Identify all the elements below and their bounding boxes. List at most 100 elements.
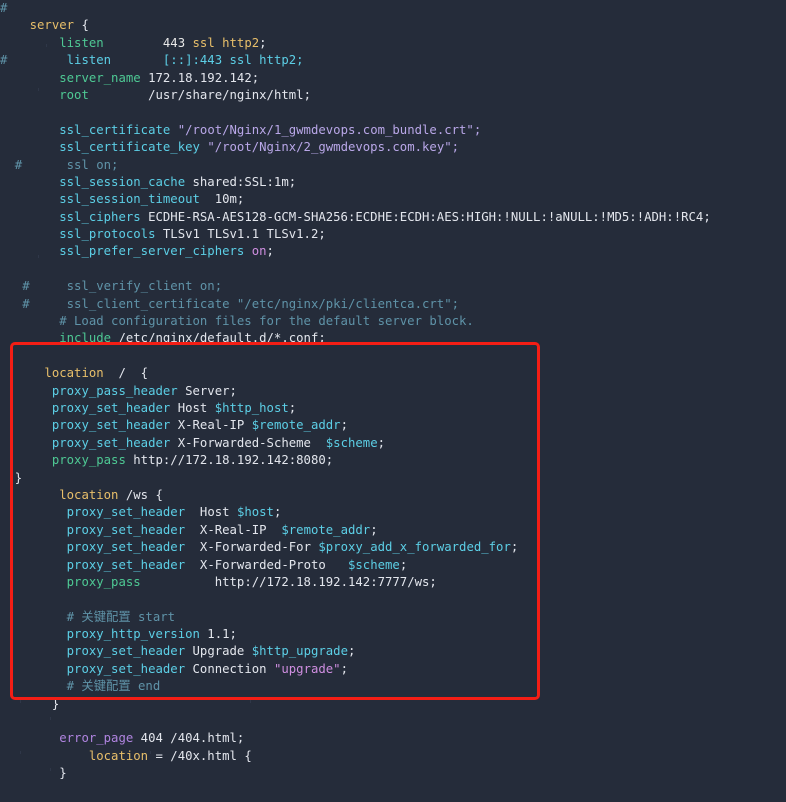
code-token: / { (103, 366, 149, 381)
code-token: "upgrade" (273, 661, 341, 676)
code-line[interactable]: proxy_set_header Host $host; (0, 504, 786, 521)
code-line[interactable]: include /etc/nginx/default.d/*.conf; (0, 330, 786, 347)
code-token: $http_upgrade (251, 644, 348, 659)
code-token: proxy_set_header (51, 435, 171, 450)
code-token: # ssl on; (0, 157, 119, 172)
code-line[interactable]: location /ws { (0, 487, 786, 504)
code-line[interactable]: ssl_session_timeout 10m; (0, 191, 786, 208)
code-token: # (0, 1, 8, 15)
code-line[interactable]: proxy_http_version 1.1; (0, 626, 786, 643)
code-line[interactable] (0, 591, 786, 608)
code-line[interactable]: root /usr/share/nginx/html; (0, 87, 786, 104)
code-line[interactable]: } (0, 696, 786, 713)
code-token: Connection (185, 661, 274, 676)
code-token: "/root/Nginx/1_gwmdevops.com_bundle.crt"… (177, 122, 482, 137)
code-line[interactable]: location / { (0, 365, 786, 382)
code-line[interactable]: listen 443 ssl http2; (0, 35, 786, 52)
code-line[interactable]: proxy_pass http://172.18.192.142:8080; (0, 452, 786, 469)
code-token: ; (288, 400, 297, 415)
code-line[interactable]: proxy_set_header Upgrade $http_upgrade; (0, 643, 786, 660)
code-token: http://172.18.192.142:8080; (125, 453, 334, 468)
code-line[interactable]: proxy_set_header X-Forwarded-For $proxy_… (0, 539, 786, 556)
code-line[interactable] (0, 348, 786, 365)
code-token: X-Real-IP (185, 522, 282, 537)
code-line[interactable]: # ssl_client_certificate "/etc/nginx/pki… (0, 296, 786, 313)
code-token: X-Forwarded-For (185, 540, 319, 555)
indent-guide (38, 88, 39, 91)
code-line[interactable] (0, 783, 786, 800)
code-line[interactable]: server_name 172.18.192.142; (0, 70, 786, 87)
code-token: ssl http2 (185, 35, 260, 50)
code-token: ; (266, 244, 274, 259)
code-line[interactable]: } (0, 470, 786, 487)
code-content[interactable]: # server { listen 443 ssl http2; # listen… (0, 0, 786, 802)
code-token: proxy_pass (66, 574, 141, 589)
code-token: $remote_addr (251, 418, 341, 433)
code-line[interactable]: proxy_set_header X-Real-IP $remote_addr; (0, 417, 786, 434)
code-line[interactable]: # ssl on; (0, 157, 786, 174)
code-line[interactable]: location = /40x.html { (0, 748, 786, 765)
code-line[interactable]: ssl_session_cache shared:SSL:1m; (0, 174, 786, 191)
code-line[interactable]: server { (0, 17, 786, 34)
code-line[interactable] (0, 713, 786, 730)
code-token: $remote_addr (281, 522, 371, 537)
code-line[interactable]: proxy_set_header X-Forwarded-Scheme $sch… (0, 435, 786, 452)
code-line[interactable]: proxy_set_header X-Forwarded-Proto $sche… (0, 557, 786, 574)
code-token: ; (399, 557, 408, 572)
code-line[interactable]: # Load configuration files for the defau… (0, 313, 786, 330)
code-token: include (59, 331, 112, 346)
code-token: Upgrade (185, 644, 252, 659)
code-line[interactable] (0, 104, 786, 121)
code-line[interactable]: # 关键配置 end (0, 678, 786, 695)
code-token: 1.1; (199, 627, 237, 642)
code-line[interactable]: proxy_set_header X-Real-IP $remote_addr; (0, 522, 786, 539)
code-line[interactable]: proxy_pass http://172.18.192.142:7777/ws… (0, 574, 786, 591)
code-line[interactable]: ssl_ciphers ECDHE-RSA-AES128-GCM-SHA256:… (0, 209, 786, 226)
code-token: "/root/Nginx/2_gwmdevops.com.key"; (207, 140, 460, 155)
code-token: # 关键配置 end (0, 679, 161, 694)
code-token: ; (273, 505, 282, 520)
code-line[interactable]: error_page 404 /404.html; (0, 730, 786, 747)
code-token: ssl_session_cache (59, 174, 186, 189)
code-token: Host (170, 400, 215, 415)
code-token: location (44, 366, 104, 381)
code-token: $scheme (347, 557, 400, 572)
code-line[interactable]: ssl_prefer_server_ciphers on; (0, 243, 786, 260)
code-line[interactable]: } (0, 765, 786, 782)
code-token: location (59, 487, 119, 502)
code-token: ; (340, 661, 348, 676)
code-line[interactable]: # listen [::]:443 ssl http2; (0, 52, 786, 69)
code-line[interactable]: # ssl_verify_client on; (0, 278, 786, 295)
code-line[interactable]: proxy_set_header Host $http_host; (0, 400, 786, 417)
code-token: ; (510, 540, 519, 555)
code-token: } (0, 766, 67, 781)
code-line[interactable]: ssl_certificate "/root/Nginx/1_gwmdevops… (0, 122, 786, 139)
code-line[interactable]: proxy_pass_header Server; (0, 383, 786, 400)
code-token: { (74, 18, 89, 33)
code-line[interactable]: # 关键配置 start (0, 609, 786, 626)
code-line[interactable]: ssl_protocols TLSv1 TLSv1.1 TLSv1.2; (0, 226, 786, 243)
code-token: = /40x.html { (148, 748, 252, 763)
code-line[interactable] (0, 261, 786, 278)
code-line[interactable]: ssl_certificate_key "/root/Nginx/2_gwmde… (0, 139, 786, 156)
indent-guide (46, 44, 47, 47)
code-line[interactable]: proxy_set_header Connection "upgrade"; (0, 661, 786, 678)
code-editor-viewport[interactable]: # server { listen 443 ssl http2; # listen… (0, 0, 786, 802)
code-line[interactable]: # (0, 0, 786, 17)
code-token: proxy_set_header (66, 522, 186, 537)
code-token: ECDHE-RSA-AES128-GCM-SHA256:ECDHE:ECDH:A… (140, 209, 711, 224)
